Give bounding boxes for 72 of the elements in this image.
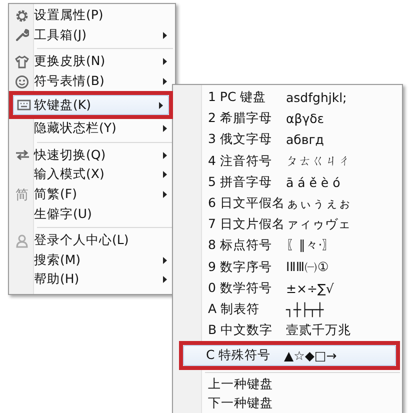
smiley-icon	[15, 74, 29, 89]
menu-item[interactable]: 生僻字(U)	[9, 204, 173, 224]
keyboard-sample: ┐┼├┬┼	[286, 302, 325, 317]
person-icon	[16, 234, 28, 248]
keyboard-name: A 制表符	[208, 300, 261, 318]
keyboard-sample: ⅠⅡⅢ㈠①	[286, 258, 330, 276]
keyboard-sample: абвгд	[286, 132, 325, 148]
wrench-icon	[15, 28, 29, 42]
submenu-arrow-icon	[163, 125, 167, 132]
keyboard-sample: asdfghjkl;	[286, 90, 348, 106]
keyboard-sample: ㄆㄊㄍㄐㄔ	[286, 152, 352, 170]
menu-item[interactable]: 隐藏状态栏(Y)	[9, 118, 173, 139]
keyboard-item[interactable]: 1 PC 键盘 asdfghjkl;	[175, 87, 400, 108]
submenu-arrow-icon	[163, 171, 167, 178]
menu-item[interactable]: 符号表情(B)	[9, 72, 173, 92]
menu-item[interactable]: 输入模式(X)	[9, 165, 173, 185]
keyboard-name: 8 标点符号	[208, 237, 273, 254]
keyboard-name: B 中文数字	[208, 322, 274, 340]
keyboard-sample: ±×÷∑√	[286, 280, 335, 296]
menu-item[interactable]: 搜索(M)	[9, 250, 173, 270]
keyboard-name: 1 PC 键盘	[208, 89, 268, 106]
keyboard-item[interactable]: B 中文数字 壹贰千万兆	[175, 320, 400, 342]
submenu-arrow-icon	[163, 276, 167, 284]
keyboard-nav-item[interactable]: 下一种键盘	[175, 394, 400, 413]
submenu-arrow-icon	[159, 102, 163, 109]
keyboard-item[interactable]: 7 日文片假名 ァィゥヴェ	[175, 214, 400, 236]
keyboard-name: 4 注音符号	[208, 152, 273, 170]
menu-item[interactable]: 工具箱(J)	[9, 26, 173, 46]
keyboard-item[interactable]: 4 注音符号 ㄆㄊㄍㄐㄔ	[175, 150, 400, 172]
gear-icon	[15, 8, 29, 23]
menu-item[interactable]: 设置属性(P)	[9, 6, 173, 26]
keyboard-sample: ā á ě è ó	[286, 174, 342, 190]
keyboard-sample: 〖‖々·〗	[286, 237, 336, 254]
keyboard-name: 5 拼音字母	[208, 174, 273, 191]
submenu-arrow-icon	[163, 152, 167, 159]
menu-item[interactable]: 帮助(H)	[9, 270, 173, 290]
shirt-icon	[15, 54, 29, 69]
keyboard-name: 0 数学符号	[208, 280, 273, 297]
keyboard-item[interactable]: 6 日文平假名 ぁぃぅぇぉ	[175, 192, 400, 214]
keyboard-name: 3 俄文字母	[208, 131, 273, 148]
keyboard-sample: ぁぃぅぇぉ	[286, 195, 352, 212]
keyboard-item[interactable]: C 特殊符号 ▲☆◆□→	[183, 345, 396, 366]
menu-item[interactable]: 软键盘(K)	[13, 95, 169, 115]
keyboard-item[interactable]: A 制表符 ┐┼├┬┼	[175, 298, 400, 320]
swap-arrows-icon	[14, 149, 30, 162]
keyboard-item[interactable]: 3 俄文字母 абвгд	[175, 129, 400, 151]
keyboard-sample: ▲☆◆□→	[284, 348, 338, 364]
keyboard-item[interactable]: 2 希腊字母 αβγδε	[175, 108, 400, 130]
keyboard-name: 2 希腊字母	[208, 110, 273, 128]
keyboard-name: 9 数字序号	[208, 258, 273, 276]
menu-item[interactable]: 登录个人中心(L)	[9, 230, 173, 251]
menu-item[interactable]: 快速切换(Q)	[9, 146, 173, 166]
keyboard-name: 6 日文平假名	[208, 195, 286, 212]
submenu-arrow-icon	[163, 191, 167, 198]
menu-item[interactable]: 简 简繁(F)	[9, 184, 173, 204]
keyboard-icon	[17, 99, 31, 112]
keyboard-item[interactable]: 9 数字序号 ⅠⅡⅢ㈠①	[175, 256, 400, 278]
keyboard-item[interactable]: 0 数学符号 ±×÷∑√	[175, 278, 400, 299]
keyboard-name: 7 日文片假名	[208, 216, 286, 234]
menu-icon-glyph: 简	[16, 186, 28, 204]
keyboard-sample: 壹贰千万兆	[286, 322, 352, 340]
keyboard-sample: αβγδε	[286, 111, 326, 126]
submenu-arrow-icon	[163, 32, 167, 39]
submenu-arrow-icon	[163, 58, 167, 66]
menu-item[interactable]: 更换皮肤(N)	[9, 52, 173, 72]
keyboard-sample: ァィゥヴェ	[286, 216, 352, 234]
keyboard-nav-item[interactable]: 上一种键盘	[175, 375, 400, 394]
keyboard-item[interactable]: 8 标点符号 〖‖々·〗	[175, 235, 400, 256]
submenu-arrow-icon	[163, 256, 167, 264]
keyboard-name: C 特殊符号	[206, 347, 272, 364]
submenu-arrow-icon	[163, 78, 167, 86]
keyboard-item[interactable]: 5 拼音字母 ā á ě è ó	[175, 172, 400, 193]
